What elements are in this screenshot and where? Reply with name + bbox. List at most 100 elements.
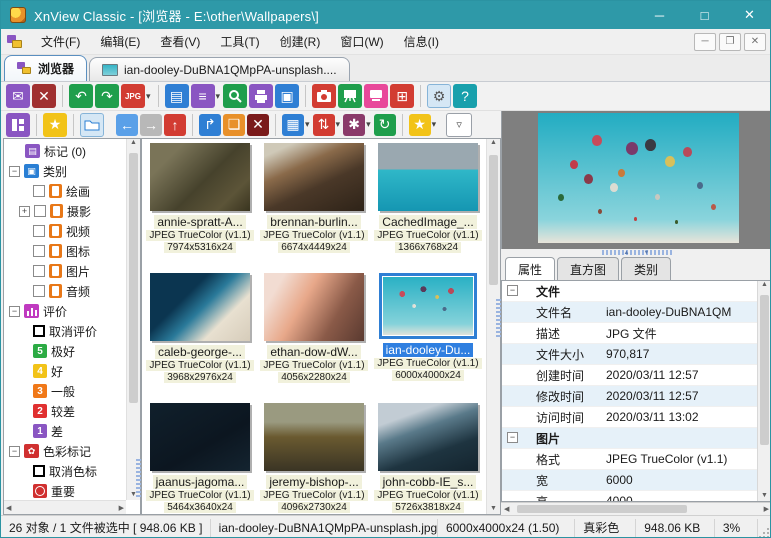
thumbnail-item[interactable]: jeremy-bishop-... JPEG TrueColor (v1.1) …	[258, 403, 370, 514]
thumbnail-item[interactable]: ethan-dow-dW... JPEG TrueColor (v1.1) 40…	[258, 273, 370, 399]
tab-browser[interactable]: 浏览器	[4, 55, 87, 81]
panes-button[interactable]	[6, 113, 30, 137]
print-button[interactable]	[249, 84, 273, 108]
slideshow-button[interactable]	[338, 84, 362, 108]
filter-button[interactable]: ✱	[343, 114, 365, 136]
forward-button[interactable]: →	[140, 114, 162, 136]
tree-item-rating-4[interactable]: 4好	[4, 361, 126, 381]
tab-properties[interactable]: 属性	[505, 257, 555, 281]
screen-capture-button[interactable]	[364, 84, 388, 108]
properties-vertical-scrollbar[interactable]: ▲ ▼	[757, 281, 771, 501]
thumbnail-image[interactable]	[379, 273, 477, 339]
menu-view[interactable]: 查看(V)	[150, 29, 210, 54]
tree-item-icons[interactable]: 图标	[4, 241, 126, 261]
tree-item-rating-2[interactable]: 2较差	[4, 401, 126, 421]
back-button[interactable]: ←	[116, 114, 138, 136]
tree-horizontal-scrollbar[interactable]: ◀ ▶	[4, 500, 126, 514]
thumbnail-image[interactable]	[150, 403, 250, 471]
tab-histogram[interactable]: 直方图	[557, 257, 619, 280]
tree-item-painting[interactable]: 绘画	[4, 181, 126, 201]
thumbnail-item[interactable]: jaanus-jagoma... JPEG TrueColor (v1.1) 5…	[144, 403, 256, 514]
scroll-right-icon[interactable]: ▶	[119, 504, 124, 512]
scroll-up-icon[interactable]: ▲	[487, 139, 500, 146]
scroll-left-icon[interactable]: ◀	[504, 505, 509, 513]
scroll-up-icon[interactable]: ▲	[758, 281, 771, 288]
checkbox[interactable]	[34, 205, 46, 217]
list-view-button[interactable]: ≡	[191, 84, 215, 108]
chevron-down-icon[interactable]: ▾	[216, 91, 221, 102]
image-window-button[interactable]: ▣	[275, 84, 299, 108]
property-row-width[interactable]: 宽6000	[502, 470, 757, 491]
contact-sheet-button[interactable]: ⊞	[390, 84, 414, 108]
thumbnail-image[interactable]	[264, 143, 364, 211]
mdi-restore-button[interactable]: ❐	[719, 33, 741, 51]
thumbnail-image[interactable]	[264, 403, 364, 471]
chevron-down-icon[interactable]: ▾	[432, 119, 437, 130]
tab-categories[interactable]: 类别	[621, 257, 671, 280]
scrollbar-thumb[interactable]	[760, 295, 769, 445]
tree-item-important[interactable]: 重要	[4, 481, 126, 500]
thumbnail-item[interactable]: CachedImage_... JPEG TrueColor (v1.1) 13…	[372, 143, 484, 269]
thumbnail-item-selected[interactable]: ian-dooley-Du... JPEG TrueColor (v1.1) 6…	[372, 273, 484, 399]
rating-button[interactable]: ★	[409, 114, 431, 136]
sort-button[interactable]: ⇅	[313, 114, 335, 136]
chevron-down-icon[interactable]: ▾	[336, 119, 341, 130]
up-button[interactable]: ↑	[164, 114, 186, 136]
tree-item-color-labels[interactable]: −✿色彩标记	[4, 441, 126, 461]
scroll-down-icon[interactable]: ▼	[487, 505, 500, 512]
tree-item-pictures[interactable]: 图片	[4, 261, 126, 281]
scrollbar-thumb[interactable]	[129, 153, 138, 403]
property-row-created[interactable]: 创建时间2020/03/11 12:57	[502, 365, 757, 386]
thumbnail-image[interactable]	[378, 143, 478, 211]
thumbnail-item[interactable]: annie-spratt-A... JPEG TrueColor (v1.1) …	[144, 143, 256, 269]
file-list-button[interactable]: ❏	[223, 114, 245, 136]
menu-file[interactable]: 文件(F)	[31, 29, 90, 54]
tree-item-rating-1[interactable]: 1差	[4, 421, 126, 441]
close-folder-button[interactable]: ✕	[247, 114, 269, 136]
thumbnail-image[interactable]	[150, 143, 250, 211]
properties-horizontal-scrollbar[interactable]: ◀ ▶	[501, 502, 771, 515]
rotate-right-button[interactable]: ↷	[95, 84, 119, 108]
mdi-minimize-button[interactable]: ─	[694, 33, 716, 51]
menu-edit[interactable]: 编辑(E)	[90, 29, 150, 54]
property-row-accessed[interactable]: 访问时间2020/03/11 13:02	[502, 407, 757, 428]
search-button[interactable]	[223, 84, 247, 108]
tree-item-rating-5[interactable]: 5极好	[4, 341, 126, 361]
refresh-button[interactable]: ↻	[374, 114, 396, 136]
settings-button[interactable]: ⚙	[427, 84, 451, 108]
menu-window[interactable]: 窗口(W)	[330, 29, 393, 54]
tree-item-rating-3[interactable]: 3一般	[4, 381, 126, 401]
help-button[interactable]: ?	[453, 84, 477, 108]
tree-item-tags[interactable]: ▤标记 (0)	[4, 141, 126, 161]
tree-vertical-scrollbar[interactable]: ▲ ▼	[126, 139, 140, 500]
checkbox[interactable]	[33, 325, 45, 337]
tree-item-video[interactable]: 视频	[4, 221, 126, 241]
folder-view-button[interactable]	[80, 113, 104, 137]
property-group-image[interactable]: −图片	[502, 428, 757, 449]
chevron-down-icon[interactable]: ▾	[305, 119, 310, 130]
view-mode-button[interactable]: ▦	[282, 114, 304, 136]
close-button[interactable]: ✕	[727, 1, 771, 29]
scroll-right-icon[interactable]: ▶	[764, 505, 769, 513]
convert-jpg-button[interactable]: JPG	[121, 84, 145, 108]
properties-button[interactable]: ▤	[165, 84, 189, 108]
collapse-icon[interactable]: −	[9, 306, 20, 317]
thumbnail-image[interactable]	[264, 273, 364, 341]
tab-image[interactable]: ian-dooley-DuBNA1QMpPA-unsplash....	[89, 57, 350, 81]
property-row-format[interactable]: 格式JPEG TrueColor (v1.1)	[502, 449, 757, 470]
menu-info[interactable]: 信息(I)	[394, 29, 449, 54]
tree-item-uncolor[interactable]: 取消色标	[4, 461, 126, 481]
resize-grip[interactable]	[758, 527, 770, 538]
collapse-icon[interactable]: −	[507, 285, 518, 296]
tree-item-categories[interactable]: −▣类别	[4, 161, 126, 181]
scroll-down-icon[interactable]: ▼	[758, 492, 771, 499]
scroll-up-icon[interactable]: ▲	[127, 139, 140, 146]
property-row-height[interactable]: 高4000	[502, 491, 757, 502]
menu-tools[interactable]: 工具(T)	[210, 29, 269, 54]
property-row-modified[interactable]: 修改时间2020/03/11 12:57	[502, 386, 757, 407]
menu-create[interactable]: 创建(R)	[270, 29, 331, 54]
checkbox[interactable]	[33, 245, 45, 257]
collapse-icon[interactable]: −	[9, 166, 20, 177]
go-first-button[interactable]: ↱	[199, 114, 221, 136]
fullscreen-button[interactable]: ✕	[32, 84, 56, 108]
